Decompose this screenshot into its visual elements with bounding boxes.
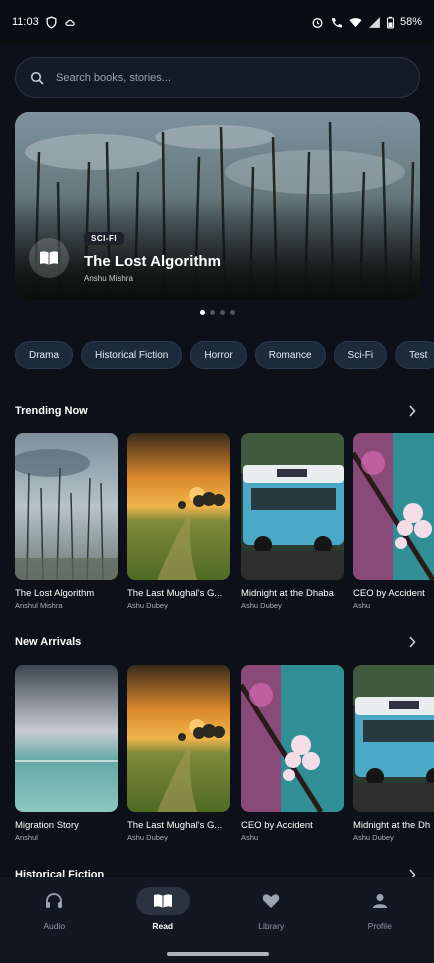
nav-library[interactable]: Library	[226, 887, 316, 931]
book-title: The Last Mughal's G...	[127, 588, 223, 599]
nav-read[interactable]: Read	[118, 887, 208, 931]
shield-icon	[46, 15, 57, 29]
genre-chips: Drama Historical Fiction Horror Romance …	[15, 341, 434, 369]
book-title: Migration Story	[15, 820, 79, 831]
book-card[interactable]: The Lost Algorithm Anshul Mishra	[15, 433, 118, 610]
book-author: Ashu	[353, 601, 371, 610]
book-author: Anshul	[15, 833, 38, 842]
book-card[interactable]: The Last Mughal's G... Ashu Dubey	[127, 433, 230, 610]
book-cover	[127, 433, 230, 580]
chip-sci-fi[interactable]: Sci-Fi	[333, 341, 388, 369]
wifi-icon	[349, 17, 362, 27]
book-cover	[353, 433, 434, 580]
status-bar: 11:03 58%	[0, 0, 434, 44]
banner-title: The Lost Algorithm	[84, 253, 221, 270]
featured-banner[interactable]: SCI-FI The Lost Algorithm Anshu Mishra	[15, 112, 420, 300]
battery-icon	[386, 16, 394, 28]
chevron-right-icon[interactable]	[405, 404, 419, 418]
book-card[interactable]: CEO by Accident Ashu	[353, 433, 434, 610]
home-indicator[interactable]	[167, 952, 269, 956]
read-book-button[interactable]	[29, 238, 69, 278]
book-cover	[127, 665, 230, 812]
search-icon	[30, 71, 44, 84]
chip-historical-fiction[interactable]: Historical Fiction	[81, 341, 183, 369]
book-card[interactable]: Midnight at the Dhaba Ashu Dubey	[241, 433, 344, 610]
alarm-icon	[312, 17, 323, 28]
carousel-indicator	[0, 310, 434, 315]
status-time: 11:03	[12, 16, 39, 28]
book-cover	[353, 665, 434, 812]
section-title: Trending Now	[15, 405, 88, 417]
book-title: Midnight at the Dhaba	[241, 588, 334, 599]
new-arrivals-row: Migration Story Anshul The Last Mughal's…	[15, 665, 434, 845]
battery-percent: 58%	[399, 16, 422, 28]
signal-icon	[369, 16, 380, 28]
heart-icon	[244, 887, 298, 915]
book-card[interactable]: Midnight at the Dh Ashu Dubey	[353, 665, 434, 842]
nav-profile[interactable]: Profile	[335, 887, 425, 931]
trending-row: The Lost Algorithm Anshul Mishra The Las…	[15, 433, 434, 613]
chip-horror[interactable]: Horror	[190, 341, 247, 369]
chevron-right-icon[interactable]	[405, 635, 419, 649]
carousel-dot[interactable]	[219, 310, 225, 315]
book-author: Ashu Dubey	[127, 833, 168, 842]
book-cover	[241, 433, 344, 580]
chip-romance[interactable]: Romance	[254, 341, 326, 369]
phone-icon	[332, 17, 342, 27]
nav-label: Library	[258, 921, 285, 931]
book-cover	[241, 665, 344, 812]
chip-test[interactable]: Test	[395, 341, 434, 369]
bottom-nav: Audio Read Library Profile	[0, 877, 434, 963]
book-title: CEO by Accident	[241, 820, 313, 831]
chip-drama[interactable]: Drama	[15, 341, 74, 369]
carousel-dot[interactable]	[199, 310, 205, 315]
book-card[interactable]: Migration Story Anshul	[15, 665, 118, 842]
person-icon	[353, 887, 407, 915]
new-arrivals-header: New Arrivals	[15, 635, 419, 649]
section-title: New Arrivals	[15, 636, 82, 648]
book-cover	[15, 665, 118, 812]
genre-badge: SCI-FI	[84, 232, 125, 245]
search-bar[interactable]	[15, 57, 420, 98]
book-open-icon	[40, 251, 58, 265]
book-author: Ashu Dubey	[353, 833, 394, 842]
book-author: Ashu	[241, 833, 259, 842]
nav-label: Audio	[43, 921, 66, 931]
carousel-dot[interactable]	[209, 310, 215, 315]
book-cover	[15, 433, 118, 580]
nav-label: Profile	[367, 921, 392, 931]
book-open-icon	[135, 887, 190, 915]
nav-audio[interactable]: Audio	[9, 887, 99, 931]
book-title: Midnight at the Dh	[353, 820, 431, 831]
banner-overlay	[15, 112, 420, 300]
book-author: Ashu Dubey	[127, 601, 168, 610]
book-title: CEO by Accident	[353, 588, 425, 599]
book-author: Anshul Mishra	[15, 601, 63, 610]
book-card[interactable]: CEO by Accident Ashu	[241, 665, 344, 842]
book-card[interactable]: The Last Mughal's G... Ashu Dubey	[127, 665, 230, 842]
headphones-icon	[27, 887, 81, 915]
book-title: The Last Mughal's G...	[127, 820, 223, 831]
cloud-icon	[65, 19, 75, 26]
carousel-dot[interactable]	[229, 310, 235, 315]
search-input[interactable]	[56, 71, 405, 84]
book-title: The Lost Algorithm	[15, 588, 95, 599]
book-author: Ashu Dubey	[241, 601, 282, 610]
nav-label: Read	[152, 921, 174, 931]
banner-author: Anshu Mishra	[84, 274, 133, 283]
trending-header: Trending Now	[15, 404, 419, 418]
